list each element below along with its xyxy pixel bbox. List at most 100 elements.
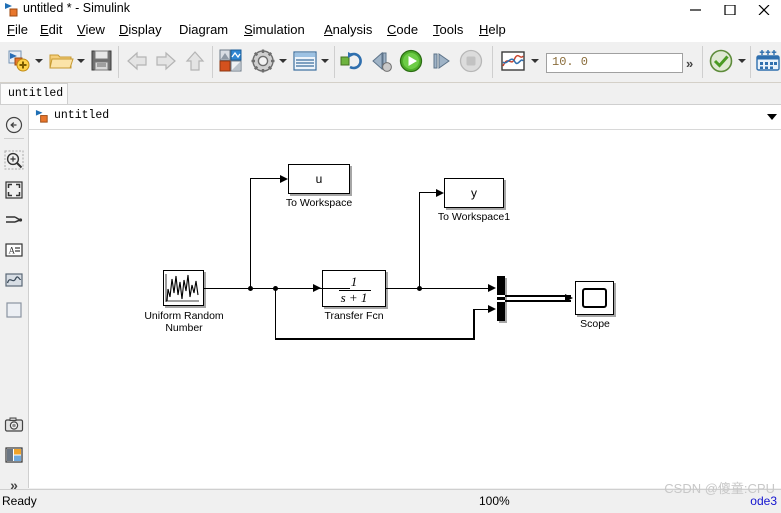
block-label-scope: Scope — [580, 318, 610, 330]
block-label-transfer-fcn: Transfer Fcn — [324, 310, 384, 322]
menu-display[interactable]: Display — [118, 22, 163, 40]
menu-bar: File Edit View Display Diagram Simulatio… — [0, 20, 781, 42]
wire-into-to-workspace[interactable] — [249, 177, 282, 180]
open-button[interactable] — [48, 48, 74, 76]
model-explorer-button[interactable] — [292, 48, 318, 76]
menu-simulation[interactable]: Simulation — [243, 22, 306, 40]
block-to-workspace[interactable]: u — [288, 164, 350, 194]
toolbar-separator-5 — [702, 46, 703, 78]
sim-data-inspector-dropdown-caret[interactable] — [531, 59, 539, 63]
toolbar-separator-2 — [212, 46, 213, 78]
up-to-parent-button[interactable] — [182, 48, 208, 76]
menu-diagram[interactable]: Diagram — [178, 22, 229, 40]
status-bar: Ready 100% ode3 CSDN @傻童:CPU — [0, 481, 781, 513]
chevron-down-icon[interactable] — [767, 114, 777, 120]
tab-label: untitled — [8, 87, 64, 100]
menu-analysis[interactable]: Analysis — [323, 22, 373, 40]
subsystem-icon[interactable] — [4, 300, 24, 320]
minimize-button[interactable] — [679, 0, 713, 20]
model-explorer-dropdown-caret[interactable] — [321, 59, 329, 63]
sim-data-inspector-button[interactable] — [500, 48, 526, 76]
stop-button[interactable] — [458, 48, 484, 76]
menu-view[interactable]: View — [76, 22, 106, 40]
breadcrumb-label[interactable]: untitled — [54, 109, 109, 122]
save-button[interactable] — [89, 48, 115, 76]
block-label-to-workspace: To Workspace — [285, 197, 353, 209]
forward-button[interactable] — [153, 48, 179, 76]
label-line-1: Uniform Random — [144, 310, 224, 322]
block-mux[interactable] — [497, 276, 505, 321]
step-back-button[interactable] — [369, 48, 395, 76]
wire-branch-up-to-workspace[interactable] — [249, 178, 252, 288]
wire-into-to-workspace1[interactable] — [418, 191, 438, 194]
scope-screen-icon — [582, 288, 607, 308]
menu-edit[interactable]: Edit — [39, 22, 63, 40]
wire-branch-up-to-workspace1[interactable] — [418, 192, 421, 288]
canvas-tool-rail: A » — [0, 105, 29, 493]
layout-panel-icon[interactable] — [4, 445, 24, 465]
maximize-button[interactable] — [713, 0, 747, 20]
camera-icon[interactable] — [4, 415, 24, 435]
step-forward-button[interactable] — [428, 48, 454, 76]
arrow-into-to-workspace — [280, 174, 288, 183]
build-model-button[interactable] — [755, 48, 781, 76]
block-label-to-workspace1: To Workspace1 — [437, 211, 511, 223]
menu-help[interactable]: Help — [478, 22, 507, 40]
wire-bus-lower[interactable] — [505, 300, 571, 302]
to-workspace1-variable: y — [471, 186, 477, 200]
toolbar-separator-3 — [334, 46, 335, 78]
scope-preview-icon[interactable] — [4, 270, 24, 290]
stop-time-value: 10. 0 — [552, 55, 589, 69]
block-scope[interactable] — [575, 281, 614, 315]
wire-feed-bottom[interactable] — [274, 338, 475, 340]
open-dropdown-caret[interactable] — [77, 59, 85, 63]
wire-feed-up-to-mux[interactable] — [473, 308, 475, 340]
wire-branch-down[interactable] — [274, 287, 277, 340]
status-text: Ready — [2, 494, 37, 508]
stop-time-input[interactable]: 10. 0 — [546, 53, 683, 73]
toolbar-separator-4 — [492, 46, 493, 78]
signal-routing-icon[interactable] — [4, 210, 24, 230]
close-button[interactable] — [747, 0, 781, 20]
simulink-model-icon — [35, 109, 50, 124]
back-arrow-icon[interactable] — [4, 115, 24, 135]
model-configuration-dropdown-caret[interactable] — [279, 59, 287, 63]
to-workspace-variable: u — [315, 172, 323, 186]
block-uniform-random-number[interactable] — [163, 270, 204, 306]
title-bar: untitled * - Simulink — [0, 0, 781, 20]
arrow-into-mux-upper — [488, 283, 496, 292]
diagram-sheet[interactable]: Uniform Random Number u To Workspace 1 s… — [29, 130, 781, 488]
block-to-workspace1[interactable]: y — [444, 178, 504, 208]
menu-code[interactable]: Code — [386, 22, 419, 40]
tab-untitled[interactable]: untitled — [0, 83, 68, 105]
breadcrumb-bar: untitled — [29, 105, 781, 130]
annotation-icon[interactable]: A — [4, 240, 24, 260]
menu-file[interactable]: File — [6, 22, 29, 40]
wire-transfer-fcn-out[interactable] — [386, 287, 493, 290]
toolbar-overflow-chevron[interactable]: » — [686, 56, 693, 71]
run-button[interactable] — [398, 48, 424, 76]
model-advisor-button[interactable] — [708, 48, 734, 76]
menu-tools[interactable]: Tools — [432, 22, 464, 40]
update-model-button[interactable] — [339, 48, 365, 76]
arrow-into-to-workspace1 — [436, 188, 444, 197]
transfer-fcn-denominator: s + 1 — [340, 290, 368, 305]
rail-separator — [4, 138, 24, 139]
window-title: untitled * - Simulink — [23, 1, 130, 15]
zoom-in-icon[interactable] — [4, 150, 24, 170]
fit-to-view-icon[interactable] — [4, 180, 24, 200]
model-canvas[interactable]: untitled Uniform Random Number u To Work… — [29, 105, 781, 488]
svg-text:A: A — [9, 246, 16, 256]
zoom-level[interactable]: 100% — [479, 494, 510, 508]
toolbar-separator-6 — [750, 46, 751, 78]
new-model-dropdown-caret[interactable] — [35, 59, 43, 63]
model-advisor-dropdown-caret[interactable] — [738, 59, 746, 63]
model-configuration-button[interactable] — [250, 48, 276, 76]
wire-bus-upper[interactable] — [505, 295, 571, 297]
mux-notch-upper — [497, 295, 505, 297]
library-browser-button[interactable] — [218, 48, 244, 76]
back-button[interactable] — [124, 48, 150, 76]
new-model-button[interactable] — [6, 48, 32, 76]
arrow-into-mux-lower — [488, 304, 496, 313]
simulink-model-icon — [4, 2, 20, 18]
